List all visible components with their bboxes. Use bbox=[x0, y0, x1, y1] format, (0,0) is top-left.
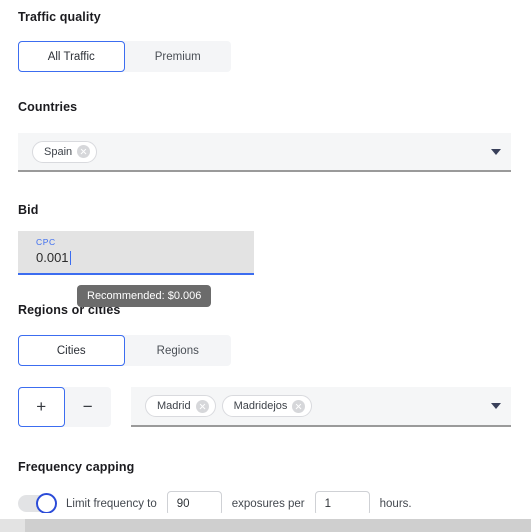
segment-premium[interactable]: Premium bbox=[125, 41, 232, 72]
countries-title: Countries bbox=[18, 100, 77, 114]
frequency-capping-label: Frequency capping bbox=[18, 460, 135, 474]
exposures-per-label: exposures per bbox=[231, 497, 305, 510]
cities-select[interactable]: Madrid Madridejos bbox=[131, 387, 511, 427]
bid-input-wrapper[interactable]: CPC 0.001 bbox=[18, 231, 254, 275]
tag-remove-icon[interactable] bbox=[292, 399, 306, 413]
exclude-button[interactable]: − bbox=[65, 387, 112, 427]
cpc-field-label: CPC bbox=[36, 237, 56, 247]
limit-frequency-label: Limit frequency to bbox=[66, 497, 157, 510]
segment-cities[interactable]: Cities bbox=[18, 335, 125, 366]
bid-input[interactable]: 0.001 bbox=[36, 248, 244, 268]
tag-label: Spain bbox=[44, 145, 73, 158]
hours-label: hours. bbox=[379, 497, 412, 510]
include-exclude-group: + − bbox=[18, 387, 111, 427]
chevron-down-icon[interactable] bbox=[491, 148, 501, 155]
tag-spain[interactable]: Spain bbox=[32, 140, 98, 163]
countries-label: Countries bbox=[18, 100, 78, 114]
bid-input-value: 0.001 bbox=[36, 250, 69, 265]
bid-title: Bid bbox=[18, 203, 38, 217]
chevron-down-icon[interactable] bbox=[491, 403, 501, 409]
traffic-quality-label: Traffic quality bbox=[18, 10, 101, 24]
bid-recommended-tooltip: Recommended: $0.006 bbox=[77, 285, 212, 307]
tag-label: Madridejos bbox=[233, 400, 288, 412]
text-cursor bbox=[69, 251, 71, 265]
toggle-knob bbox=[36, 493, 57, 514]
tag-remove-icon[interactable] bbox=[195, 399, 209, 413]
countries-tag-list: Spain bbox=[32, 140, 491, 163]
tag-remove-icon[interactable] bbox=[77, 145, 91, 158]
traffic-quality-segmented-control: All Traffic Premium bbox=[18, 41, 231, 72]
tag-label: Madrid bbox=[157, 400, 191, 412]
tag-madrid[interactable]: Madrid bbox=[145, 395, 216, 417]
frequency-capping-toggle[interactable] bbox=[18, 493, 57, 514]
scrollbar-track-left[interactable] bbox=[0, 519, 25, 532]
regions-cities-segmented-control: Cities Regions bbox=[18, 335, 231, 366]
scrollbar-thumb[interactable] bbox=[25, 519, 531, 532]
include-button[interactable]: + bbox=[18, 387, 65, 427]
cities-tag-list: Madrid Madridejos bbox=[145, 395, 491, 417]
bid-label: Bid bbox=[18, 203, 39, 217]
countries-select[interactable]: Spain bbox=[18, 133, 511, 172]
segment-all-traffic[interactable]: All Traffic bbox=[18, 41, 125, 72]
tooltip-text: Recommended: $0.006 bbox=[87, 290, 202, 302]
frequency-capping-title: Frequency capping bbox=[18, 460, 134, 474]
segment-regions[interactable]: Regions bbox=[125, 335, 232, 366]
tag-madridejos[interactable]: Madridejos bbox=[221, 395, 313, 417]
horizontal-scrollbar[interactable] bbox=[0, 519, 531, 532]
traffic-quality-title: Traffic quality bbox=[18, 10, 101, 24]
settings-panel: Traffic quality All Traffic Premium Coun… bbox=[0, 0, 531, 532]
